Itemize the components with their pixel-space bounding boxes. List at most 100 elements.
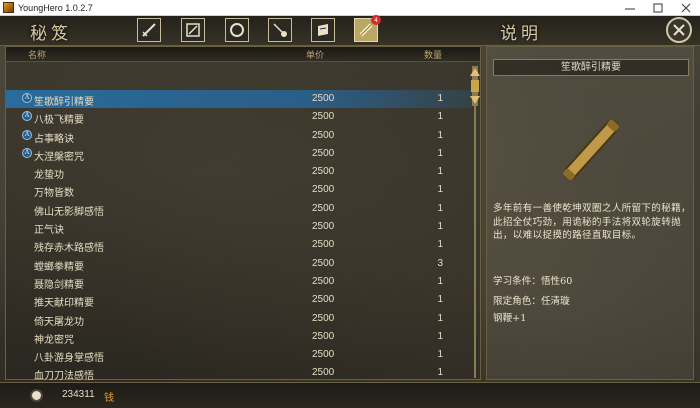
item-price: 2500: [312, 111, 335, 123]
item-quantity: 1: [437, 184, 443, 196]
close-panel-button[interactable]: [666, 17, 692, 43]
list-header: 名称 单价 数量: [6, 47, 480, 62]
tab-weapons[interactable]: [137, 18, 161, 42]
item-name: 倚天屠龙功: [34, 316, 84, 328]
item-name: 聂隐剑精要: [34, 279, 84, 291]
scroll-icon: [186, 23, 200, 37]
close-icon: [673, 24, 685, 36]
list-item[interactable]: 血刀刀法感悟 2500 1: [6, 364, 472, 382]
item-quantity: 1: [437, 367, 443, 379]
top-bar: 秘笈 4 说明: [0, 15, 700, 46]
app-icon: [3, 2, 14, 13]
sword-icon: [142, 23, 156, 37]
list-item[interactable]: 佛山无影脚感悟 2500 1: [6, 200, 472, 218]
item-quantity: 3: [437, 257, 443, 269]
book-icon: [318, 24, 328, 36]
potion-icon: [273, 23, 287, 37]
scroll-thumb[interactable]: [469, 66, 481, 106]
list-item[interactable]: A 八极飞精要 2500 1: [6, 108, 472, 126]
item-quantity: 1: [437, 239, 443, 251]
skill-marker-icon: A: [22, 129, 32, 140]
list-item[interactable]: 神龙密咒 2500 1: [6, 328, 472, 346]
restricted-character: 限定角色：任清璇: [493, 296, 570, 307]
list-item[interactable]: 倚天屠龙功 2500 1: [6, 310, 472, 328]
tab-scrolls[interactable]: [181, 18, 205, 42]
coin-icon: [30, 389, 43, 402]
item-quantity: 1: [437, 129, 443, 141]
item-description: 多年前有一善使乾坤双圈之人所留下的秘籍，此招全仗巧劲，用诡秘的手法将双轮旋转抛出…: [493, 203, 691, 241]
item-name: 推天献印精要: [34, 298, 94, 310]
list-item[interactable]: 聂隐剑精要 2500 1: [6, 273, 472, 291]
item-price: 2500: [312, 93, 335, 104]
minimize-button[interactable]: [616, 0, 644, 16]
list-item[interactable]: A 占事略诀 2500 1: [6, 127, 472, 145]
list-scrollbar[interactable]: [469, 62, 481, 380]
money-amount: 234311: [62, 389, 95, 400]
item-price: 2500: [312, 184, 335, 196]
notification-badge: 4: [371, 15, 381, 25]
item-name: 龙蛰功: [34, 170, 64, 182]
list-item[interactable]: 正气诀 2500 1: [6, 218, 472, 236]
bottom-bar: 234311 钱: [0, 382, 700, 408]
minimize-icon: [625, 8, 635, 10]
item-price: 2500: [312, 257, 335, 269]
column-header-quantity: 数量: [424, 51, 443, 61]
item-name: 八卦游身掌感悟: [34, 353, 104, 365]
tab-consumables[interactable]: [268, 18, 292, 42]
item-quantity: 1: [437, 111, 443, 123]
item-quantity: 1: [437, 294, 443, 306]
item-price: 2500: [312, 349, 335, 361]
description-panel: 笙歌醉引精要 多年前有一善使乾坤双圈之人所留下的秘籍，此招全仗巧劲，用诡秘的手法…: [486, 46, 694, 380]
item-name: 占事略诀: [34, 133, 74, 145]
learning-requirement: 学习条件：悟性60: [493, 276, 573, 287]
item-name: 笙歌醉引精要: [34, 97, 94, 108]
tab-accessories[interactable]: [225, 18, 249, 42]
item-name: 八极飞精要: [34, 115, 84, 127]
item-price: 2500: [312, 221, 335, 233]
item-price: 2500: [312, 239, 335, 251]
item-name: 正气诀: [34, 225, 64, 237]
item-list-panel: 名称 单价 数量 A 笙歌醉引精要 2500 1 A 八极飞精要 2500 1 A 占事略诀 250…: [5, 46, 481, 383]
tab-secret-manuals[interactable]: 4: [354, 15, 381, 42]
item-name: 神龙密咒: [34, 334, 74, 346]
list-item[interactable]: 龙蛰功 2500 1: [6, 163, 472, 181]
column-header-price: 单价: [306, 51, 325, 61]
list-item[interactable]: 残存赤木路感悟 2500 1: [6, 236, 472, 254]
item-name: 佛山无影脚感悟: [34, 206, 104, 218]
item-list: A 笙歌醉引精要 2500 1 A 八极飞精要 2500 1 A 占事略诀 2500 1 A 大涅槃密咒 2…: [6, 90, 472, 383]
item-quantity: 1: [437, 312, 443, 324]
window-close-button[interactable]: [672, 0, 700, 16]
item-price: 2500: [312, 166, 335, 178]
item-price: 2500: [312, 147, 335, 159]
window-title: YoungHero 1.0.2.7: [18, 2, 93, 13]
skill-marker-icon: A: [22, 111, 32, 122]
window-title-bar: YoungHero 1.0.2.7: [0, 0, 700, 16]
item-price: 2500: [312, 294, 335, 306]
column-header-name: 名称: [28, 51, 47, 61]
item-name: 万物皆数: [34, 188, 74, 200]
skill-marker-icon: A: [22, 147, 32, 158]
item-name: 血刀刀法感悟: [34, 371, 94, 383]
list-item[interactable]: A 大涅槃密咒 2500 1: [6, 145, 472, 163]
item-quantity: 1: [437, 202, 443, 214]
list-item[interactable]: 八卦游身掌感悟 2500 1: [6, 346, 472, 364]
list-item[interactable]: 万物皆数 2500 1: [6, 181, 472, 199]
game-screen: 秘笈 4 说明 名称 单价 数量 A 笙歌醉引精要 2500 1 A 八极飞精要…: [0, 15, 700, 408]
maximize-button[interactable]: [644, 0, 672, 16]
money-unit: 钱: [104, 393, 114, 404]
section-title: 秘笈: [30, 24, 72, 44]
item-quantity: 1: [437, 330, 443, 342]
list-item[interactable]: A 笙歌醉引精要 2500 1: [6, 90, 472, 109]
list-item[interactable]: 螳螂拳精要 2500 3: [6, 255, 472, 273]
list-item[interactable]: 推天献印精要 2500 1: [6, 291, 472, 309]
item-quantity: 1: [437, 166, 443, 178]
item-quantity: 1: [437, 221, 443, 233]
tab-books[interactable]: [311, 18, 335, 42]
description-title: 说明: [500, 24, 542, 44]
item-quantity: 1: [437, 93, 443, 104]
close-icon: [681, 3, 691, 13]
ring-icon: [230, 23, 244, 37]
skill-marker-icon: A: [22, 93, 32, 103]
item-price: 2500: [312, 129, 335, 141]
item-price: 2500: [312, 275, 335, 287]
